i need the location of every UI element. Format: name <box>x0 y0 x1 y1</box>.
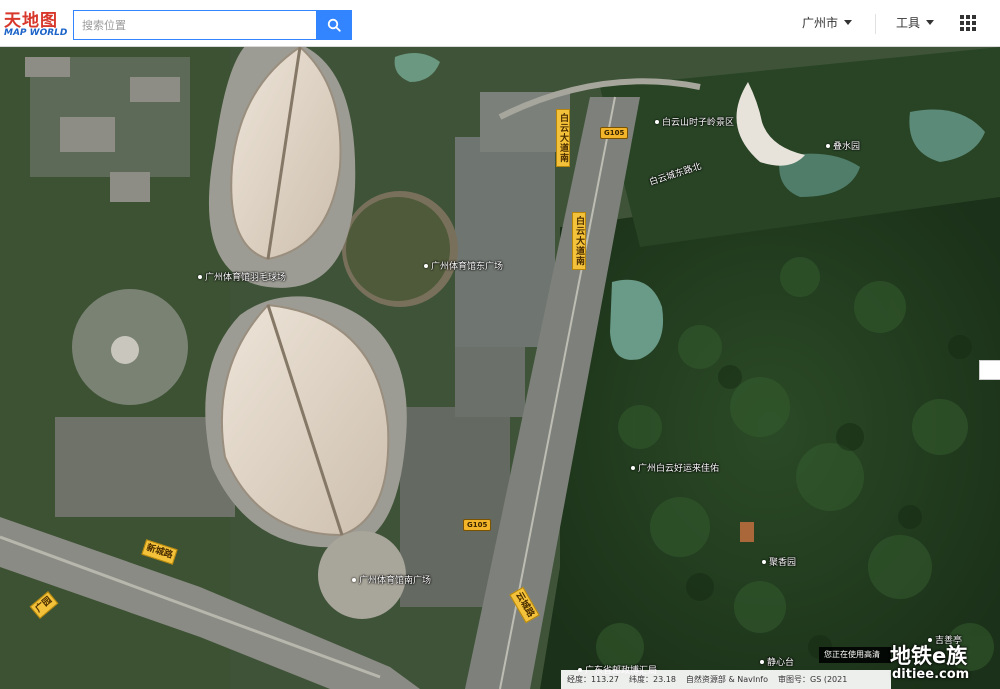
poi-marker[interactable]: 广州体育馆羽毛球场 <box>198 270 286 283</box>
hd-imagery-notice: 您正在使用高清 <box>819 647 891 663</box>
lat-readout: 纬度：23.18 <box>629 674 676 685</box>
poi-label: 聚香园 <box>769 558 797 568</box>
poi-label: 广州体育馆南广场 <box>359 576 432 586</box>
side-panel-toggle[interactable] <box>979 360 1000 380</box>
poi-marker-icon <box>198 274 202 279</box>
lon-label: 经度： <box>567 675 591 684</box>
watermark: 地铁e族 ditiee.com <box>888 638 998 688</box>
chevron-down-icon <box>844 20 853 25</box>
tools-label: 工具 <box>896 16 921 30</box>
poi-label: 广州体育馆东广场 <box>431 262 504 272</box>
tools-menu[interactable]: 工具 <box>896 14 935 31</box>
search-icon <box>327 18 341 32</box>
poi-marker-icon <box>352 577 356 582</box>
poi-label: 白云山时子岭景区 <box>662 118 735 128</box>
city-label: 广州市 <box>802 16 839 30</box>
poi-marker-icon <box>631 465 635 470</box>
poi-label: 叠水园 <box>833 142 861 152</box>
status-bar: 经度：113.27 纬度：23.18 自然资源部 & NavInfo 审图号：G… <box>561 670 891 689</box>
logo-text-en: MAP WORLD <box>4 28 68 38</box>
tianditu-logo[interactable]: 天地图 MAP WORLD <box>4 6 68 42</box>
grid-apps-icon[interactable] <box>960 15 976 31</box>
header-divider <box>875 14 876 34</box>
watermark-text: 地铁e族 <box>890 644 968 668</box>
poi-label: 广州白云好运来佳佑 <box>638 464 720 474</box>
poi-marker[interactable]: 静心台 <box>760 655 794 668</box>
city-selector[interactable]: 广州市 <box>802 14 853 31</box>
lat-value: 23.18 <box>653 675 676 684</box>
chevron-down-icon <box>926 20 935 25</box>
lon-readout: 经度：113.27 <box>567 674 619 685</box>
road-label: 白云大道南 <box>572 212 586 270</box>
poi-marker-icon <box>424 263 428 268</box>
satellite-map[interactable]: 广州体育馆羽毛球场 广州体育馆东广场 白云山时子岭景区 白云城东路北 叠水园 广… <box>0 47 1000 689</box>
road-label: 白云大道南 <box>556 109 570 167</box>
poi-label: 静心台 <box>767 658 795 668</box>
lat-label: 纬度： <box>629 675 653 684</box>
lon-value: 113.27 <box>591 675 619 684</box>
poi-marker[interactable]: 广州白云好运来佳佑 <box>631 461 719 474</box>
poi-marker[interactable]: 叠水园 <box>826 139 860 152</box>
copyright-text: 自然资源部 & NavInfo <box>685 675 768 684</box>
poi-marker[interactable]: 白云山时子岭景区 <box>655 115 734 128</box>
poi-marker-icon <box>655 119 659 124</box>
highway-shield: G105 <box>600 127 629 139</box>
poi-marker-icon <box>826 143 830 148</box>
poi-label: 广州体育馆羽毛球场 <box>205 273 287 283</box>
poi-marker[interactable]: 聚香园 <box>762 555 796 568</box>
poi-marker-icon <box>762 559 766 564</box>
highway-shield: G105 <box>463 519 492 531</box>
top-toolbar: 天地图 MAP WORLD 广州市 工具 <box>0 0 1000 47</box>
poi-marker-icon <box>760 659 764 664</box>
search-button[interactable] <box>316 10 352 40</box>
search-box <box>73 10 317 40</box>
search-input[interactable] <box>74 11 316 39</box>
watermark-url: ditiee.com <box>892 667 970 682</box>
poi-marker[interactable]: 广州体育馆南广场 <box>352 573 431 586</box>
poi-marker[interactable]: 广州体育馆东广场 <box>424 259 503 272</box>
approval-number: 审图号：GS (2021 <box>778 675 848 684</box>
